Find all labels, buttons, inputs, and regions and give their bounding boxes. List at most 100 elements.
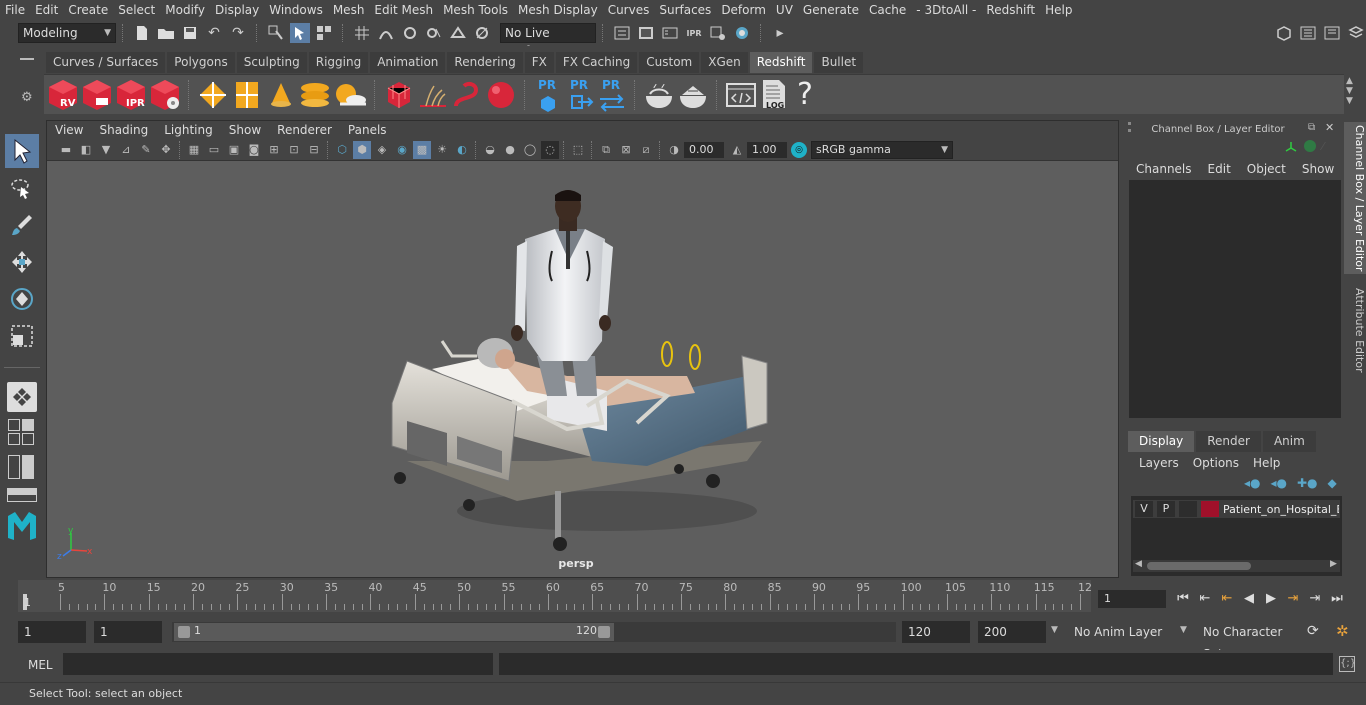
menu-cache[interactable]: Cache bbox=[864, 0, 911, 20]
tab-curves-surfaces[interactable]: Curves / Surfaces bbox=[46, 51, 166, 73]
menu-display[interactable]: Display bbox=[210, 0, 264, 20]
range-slider-handle[interactable]: 1 120 bbox=[174, 623, 614, 641]
exposure-field[interactable]: 0.00 bbox=[684, 141, 724, 158]
soft-select-icon[interactable] bbox=[7, 382, 37, 412]
chevron-down-icon[interactable]: ▼ bbox=[1180, 625, 1187, 635]
menu-modify[interactable]: Modify bbox=[160, 0, 210, 20]
script-editor-icon[interactable] bbox=[724, 78, 758, 112]
hyper-icon[interactable]: ⁄ bbox=[1322, 140, 1324, 153]
playback-end-field[interactable]: 120 bbox=[902, 621, 970, 643]
tab-sculpting[interactable]: Sculpting bbox=[236, 51, 307, 73]
step-back-icon[interactable]: ⇤ bbox=[1194, 587, 1216, 609]
redshift-mesh-icon[interactable] bbox=[230, 78, 264, 112]
lasso-tool-icon[interactable] bbox=[5, 171, 39, 205]
menu-deform[interactable]: Deform bbox=[716, 0, 771, 20]
animation-end-field[interactable]: 200 bbox=[978, 621, 1046, 643]
image-plane-icon[interactable]: ⊿ bbox=[117, 141, 135, 159]
textured-icon[interactable]: ▩ bbox=[413, 140, 431, 159]
layer-color-swatch[interactable] bbox=[1201, 501, 1219, 517]
pr-proxy-icon[interactable]: PR bbox=[532, 78, 564, 112]
camera-attributes-icon[interactable]: ◧ bbox=[77, 141, 95, 159]
2d-pan-zoom-icon[interactable]: ✥ bbox=[157, 141, 175, 159]
redshift-settings-icon[interactable] bbox=[148, 78, 182, 112]
shadows-icon[interactable]: ◐ bbox=[453, 141, 471, 159]
menu-select[interactable]: Select bbox=[113, 0, 160, 20]
redshift-hair-icon[interactable] bbox=[416, 78, 450, 112]
layer-display-type-toggle[interactable] bbox=[1179, 501, 1197, 517]
float-panel-icon[interactable]: ⧉ bbox=[1308, 122, 1315, 133]
gamma-icon[interactable]: ◭ bbox=[728, 141, 746, 159]
new-layer-icon[interactable]: ✚● bbox=[1297, 476, 1318, 490]
channel-box-toggle-icon[interactable] bbox=[1346, 23, 1366, 43]
cb-menu-object[interactable]: Object bbox=[1239, 162, 1294, 176]
go-to-start-icon[interactable]: ⏮ bbox=[1172, 587, 1194, 609]
range-start-grip[interactable] bbox=[178, 626, 190, 638]
script-editor-button-icon[interactable]: {;} bbox=[1339, 656, 1356, 672]
vp-menu-renderer[interactable]: Renderer bbox=[269, 121, 340, 139]
step-forward-key-icon[interactable]: ⇥ bbox=[1282, 587, 1304, 609]
move-layer-up-icon[interactable]: ◂● bbox=[1244, 476, 1261, 490]
redshift-batch-render-icon[interactable] bbox=[80, 78, 114, 112]
menu-generate[interactable]: Generate bbox=[798, 0, 864, 20]
multisample-aa-icon[interactable]: ◯ bbox=[521, 141, 539, 159]
vp-menu-show[interactable]: Show bbox=[221, 121, 269, 139]
menu-3dtoall[interactable]: - 3DtoAll - bbox=[911, 0, 981, 20]
undo-icon[interactable]: ↶ bbox=[204, 23, 224, 43]
cb-menu-channels[interactable]: Channels bbox=[1128, 162, 1200, 176]
go-to-end-icon[interactable]: ⏭ bbox=[1326, 587, 1348, 609]
layer-menu-options[interactable]: Options bbox=[1186, 456, 1246, 470]
layer-visibility-toggle[interactable]: V bbox=[1135, 501, 1153, 517]
layer-row[interactable]: V P Patient_on_Hospital_B bbox=[1133, 500, 1340, 518]
command-input[interactable] bbox=[63, 653, 493, 675]
vp-menu-view[interactable]: View bbox=[47, 121, 91, 139]
menu-mesh-display[interactable]: Mesh Display bbox=[513, 0, 603, 20]
screen-space-ao-icon[interactable]: ◒ bbox=[481, 141, 499, 159]
play-backwards-icon[interactable]: ◀ bbox=[1238, 587, 1260, 609]
tab-fx-caching[interactable]: FX Caching bbox=[555, 51, 638, 73]
tab-bullet[interactable]: Bullet bbox=[814, 51, 864, 73]
expand-right-icon[interactable]: ▸ bbox=[770, 23, 790, 43]
menu-mesh[interactable]: Mesh bbox=[328, 0, 370, 20]
save-scene-icon[interactable] bbox=[180, 23, 200, 43]
redshift-curve-icon[interactable] bbox=[450, 78, 484, 112]
tab-attribute-editor-vertical[interactable]: Attribute Editor bbox=[1344, 280, 1366, 380]
menu-edit[interactable]: Edit bbox=[30, 0, 63, 20]
smooth-shade-icon[interactable]: ⬢ bbox=[353, 140, 371, 159]
auto-key-icon[interactable]: ⟳ bbox=[1307, 623, 1319, 639]
layer-playback-toggle[interactable]: P bbox=[1157, 501, 1175, 517]
layout-single-icon[interactable] bbox=[7, 418, 37, 446]
live-surface-field[interactable]: No Live Surface bbox=[500, 23, 596, 58]
scale-tool-icon[interactable] bbox=[5, 319, 39, 353]
layout-two-pane-icon[interactable] bbox=[7, 454, 37, 480]
redshift-light-cone-icon[interactable] bbox=[264, 78, 298, 112]
paint-select-tool-icon[interactable] bbox=[5, 208, 39, 242]
menu-curves[interactable]: Curves bbox=[603, 0, 655, 20]
menu-uv[interactable]: UV bbox=[771, 0, 798, 20]
layer-list-scrollbar[interactable]: ◀ ▶ bbox=[1133, 559, 1340, 572]
open-scene-icon[interactable] bbox=[156, 23, 176, 43]
vp-menu-panels[interactable]: Panels bbox=[340, 121, 395, 139]
redshift-volume-icon[interactable] bbox=[382, 78, 416, 112]
layout-outliner-icon[interactable] bbox=[7, 488, 37, 502]
tab-display[interactable]: Display bbox=[1128, 430, 1195, 452]
redshift-ipr-icon[interactable]: IPR bbox=[114, 78, 148, 112]
tab-rigging[interactable]: Rigging bbox=[308, 51, 369, 73]
bookmark-icon[interactable]: ▼ bbox=[97, 141, 115, 159]
rotate-tool-icon[interactable] bbox=[5, 282, 39, 316]
range-slider[interactable]: 1 120 bbox=[172, 622, 896, 642]
snap-point-icon[interactable] bbox=[400, 23, 420, 43]
gate-mask-icon[interactable]: ◙ bbox=[245, 141, 263, 159]
attribute-editor-toggle-icon[interactable] bbox=[1298, 23, 1318, 43]
menu-redshift[interactable]: Redshift bbox=[981, 0, 1040, 20]
render-current-icon[interactable] bbox=[660, 23, 680, 43]
snap-surface-icon[interactable] bbox=[448, 23, 468, 43]
viewport-canvas[interactable]: y x z persp bbox=[47, 161, 1118, 577]
resolution-gate-icon[interactable]: ▣ bbox=[225, 141, 243, 159]
gamma-field[interactable]: 1.00 bbox=[747, 141, 787, 158]
chevron-down-icon[interactable]: ▼ bbox=[1051, 625, 1058, 635]
move-layer-down-icon[interactable]: ◂● bbox=[1271, 476, 1288, 490]
select-hierarchy-icon[interactable] bbox=[266, 23, 286, 43]
xray-components-icon[interactable]: ⧄ bbox=[637, 141, 655, 159]
hypershade-icon[interactable] bbox=[732, 23, 752, 43]
animation-start-field[interactable]: 1 bbox=[18, 621, 86, 643]
